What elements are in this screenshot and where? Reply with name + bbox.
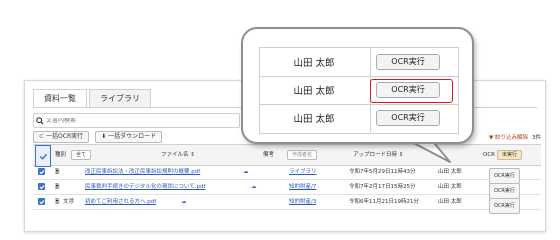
header-note: 備考 (263, 152, 275, 158)
zoom-uploader: 山田 太郎 (293, 86, 335, 97)
file-link[interactable]: 初めてご利用される方へ.pdf (85, 195, 156, 209)
ocr-icon: ⊂ (39, 133, 45, 140)
owner-filter[interactable]: 作成者名 (287, 145, 318, 165)
search-icon (34, 116, 46, 125)
cloud-icon: ☁ (181, 199, 187, 205)
type-filter[interactable]: 全て (71, 145, 92, 165)
uploader: 山田 太郎 (438, 184, 462, 190)
header-upload-date[interactable]: アップロード日時 ⇕ (353, 145, 403, 165)
zoom-row: 山田 太郎 OCR実行 (260, 48, 458, 77)
check-icon (38, 184, 45, 189)
filter-bar: ▼ 絞り込み解除 3件 (489, 133, 541, 141)
download-icon: ⬇ (101, 133, 107, 140)
file-icon: 🗎 (55, 169, 60, 175)
file-icon: 🗎 (55, 184, 60, 190)
owner-link[interactable]: 知的財産/3 (289, 195, 316, 209)
uploader: 山田 太郎 (438, 199, 462, 205)
select-all-checkbox[interactable] (35, 145, 51, 167)
search-input[interactable] (46, 117, 226, 124)
tab-documents[interactable]: 資料一覧 (33, 89, 87, 108)
zoom-table: 山田 太郎 OCR実行 山田 太郎 OCR実行 山田 太郎 OCR実行 (259, 47, 459, 134)
zoom-divider (370, 104, 371, 132)
ocr-filter-value: 未実行 (497, 150, 523, 160)
table-header: 種別 全て ファイル名 ⇕ 備考 作成者名 アップロード日時 ⇕ OCR 未実行 (33, 144, 541, 167)
owner-filter-value: 作成者名 (287, 150, 318, 160)
ocr-run-button[interactable]: OCR実行 (489, 198, 520, 214)
zoom-ocr-button-highlighted[interactable]: OCR実行 (376, 82, 440, 98)
zoom-uploader: 山田 太郎 (293, 58, 335, 69)
bulk-actions: ⊂ 一括OCR実行 ⬇ 一括ダウンロード (33, 131, 163, 143)
table-row[interactable]: 🗎 改正民事訴訟法・改正民事訴訟規則の概要.pdf ☁ ライブラリ 令和7年5月… (33, 165, 541, 184)
zoom-uploader: 山田 太郎 (293, 114, 335, 125)
owner-link[interactable]: 知的財産/7 (289, 180, 316, 194)
bulk-download-label: 一括ダウンロード (108, 133, 157, 140)
row-checkbox[interactable] (38, 183, 45, 190)
zoom-callout: 山田 太郎 OCR実行 山田 太郎 OCR実行 山田 太郎 OCR実行 (241, 27, 474, 144)
check-icon (38, 169, 45, 174)
owner-link[interactable]: ライブラリ (289, 165, 317, 179)
bulk-ocr-button[interactable]: ⊂ 一括OCR実行 (33, 131, 90, 143)
tab-library[interactable]: ライブラリ (89, 89, 151, 108)
bulk-download-button[interactable]: ⬇ 一括ダウンロード (95, 131, 163, 143)
bulk-ocr-label: 一括OCR実行 (46, 133, 84, 140)
clear-filter-label: 絞り込み解除 (494, 135, 528, 141)
zoom-ocr-button[interactable]: OCR実行 (376, 110, 440, 126)
clear-filter-button[interactable]: ▼ 絞り込み解除 (489, 133, 528, 141)
upload-date: 令和7年5月29日11時43分 (349, 169, 416, 175)
check-icon (39, 153, 47, 160)
file-icon: 🗎 (55, 199, 60, 205)
zoom-row: 山田 太郎 OCR実行 (260, 76, 458, 105)
file-link[interactable]: 改正民事訴訟法・改正民事訴訟規則の概要.pdf (85, 165, 200, 179)
check-icon (38, 199, 45, 204)
cloud-icon: ☁ (251, 184, 257, 190)
zoom-ocr-button[interactable]: OCR実行 (376, 54, 440, 70)
zoom-divider (370, 48, 371, 76)
header-type: 種別 (55, 152, 67, 158)
type-filter-value: 全て (71, 150, 92, 160)
search-box[interactable] (33, 113, 240, 128)
header-filename[interactable]: ファイル名 ⇕ (161, 145, 195, 165)
table-row[interactable]: 🗎 民事裁判手続きのデジタル化の現状について.pdf ☁ 知的財産/7 令和7年… (33, 180, 541, 199)
result-count: 3件 (532, 135, 541, 141)
cloud-icon: ☁ (243, 169, 249, 175)
table-row[interactable]: 🗎 文渉 初めてご利用される方へ.pdf ☁ 知的財産/3 令和6年11月21日… (33, 195, 541, 214)
row-checkbox[interactable] (38, 198, 45, 205)
upload-date: 令和6年11月21日19時21分 (349, 199, 419, 205)
upload-date: 令和7年2月17日15時25分 (349, 184, 416, 190)
ocr-filter[interactable]: 未実行 (497, 145, 523, 165)
tab-bar: 資料一覧 ライブラリ (33, 89, 151, 108)
row-checkbox[interactable] (38, 168, 45, 175)
zoom-row: 山田 太郎 OCR実行 (260, 104, 458, 132)
file-link[interactable]: 民事裁判手続きのデジタル化の現状について.pdf (85, 180, 205, 194)
row-type: 文渉 (63, 199, 75, 205)
header-ocr: OCR (483, 152, 495, 158)
uploader: 山田 太郎 (438, 169, 462, 175)
filter-icon: ▼ (489, 135, 494, 141)
